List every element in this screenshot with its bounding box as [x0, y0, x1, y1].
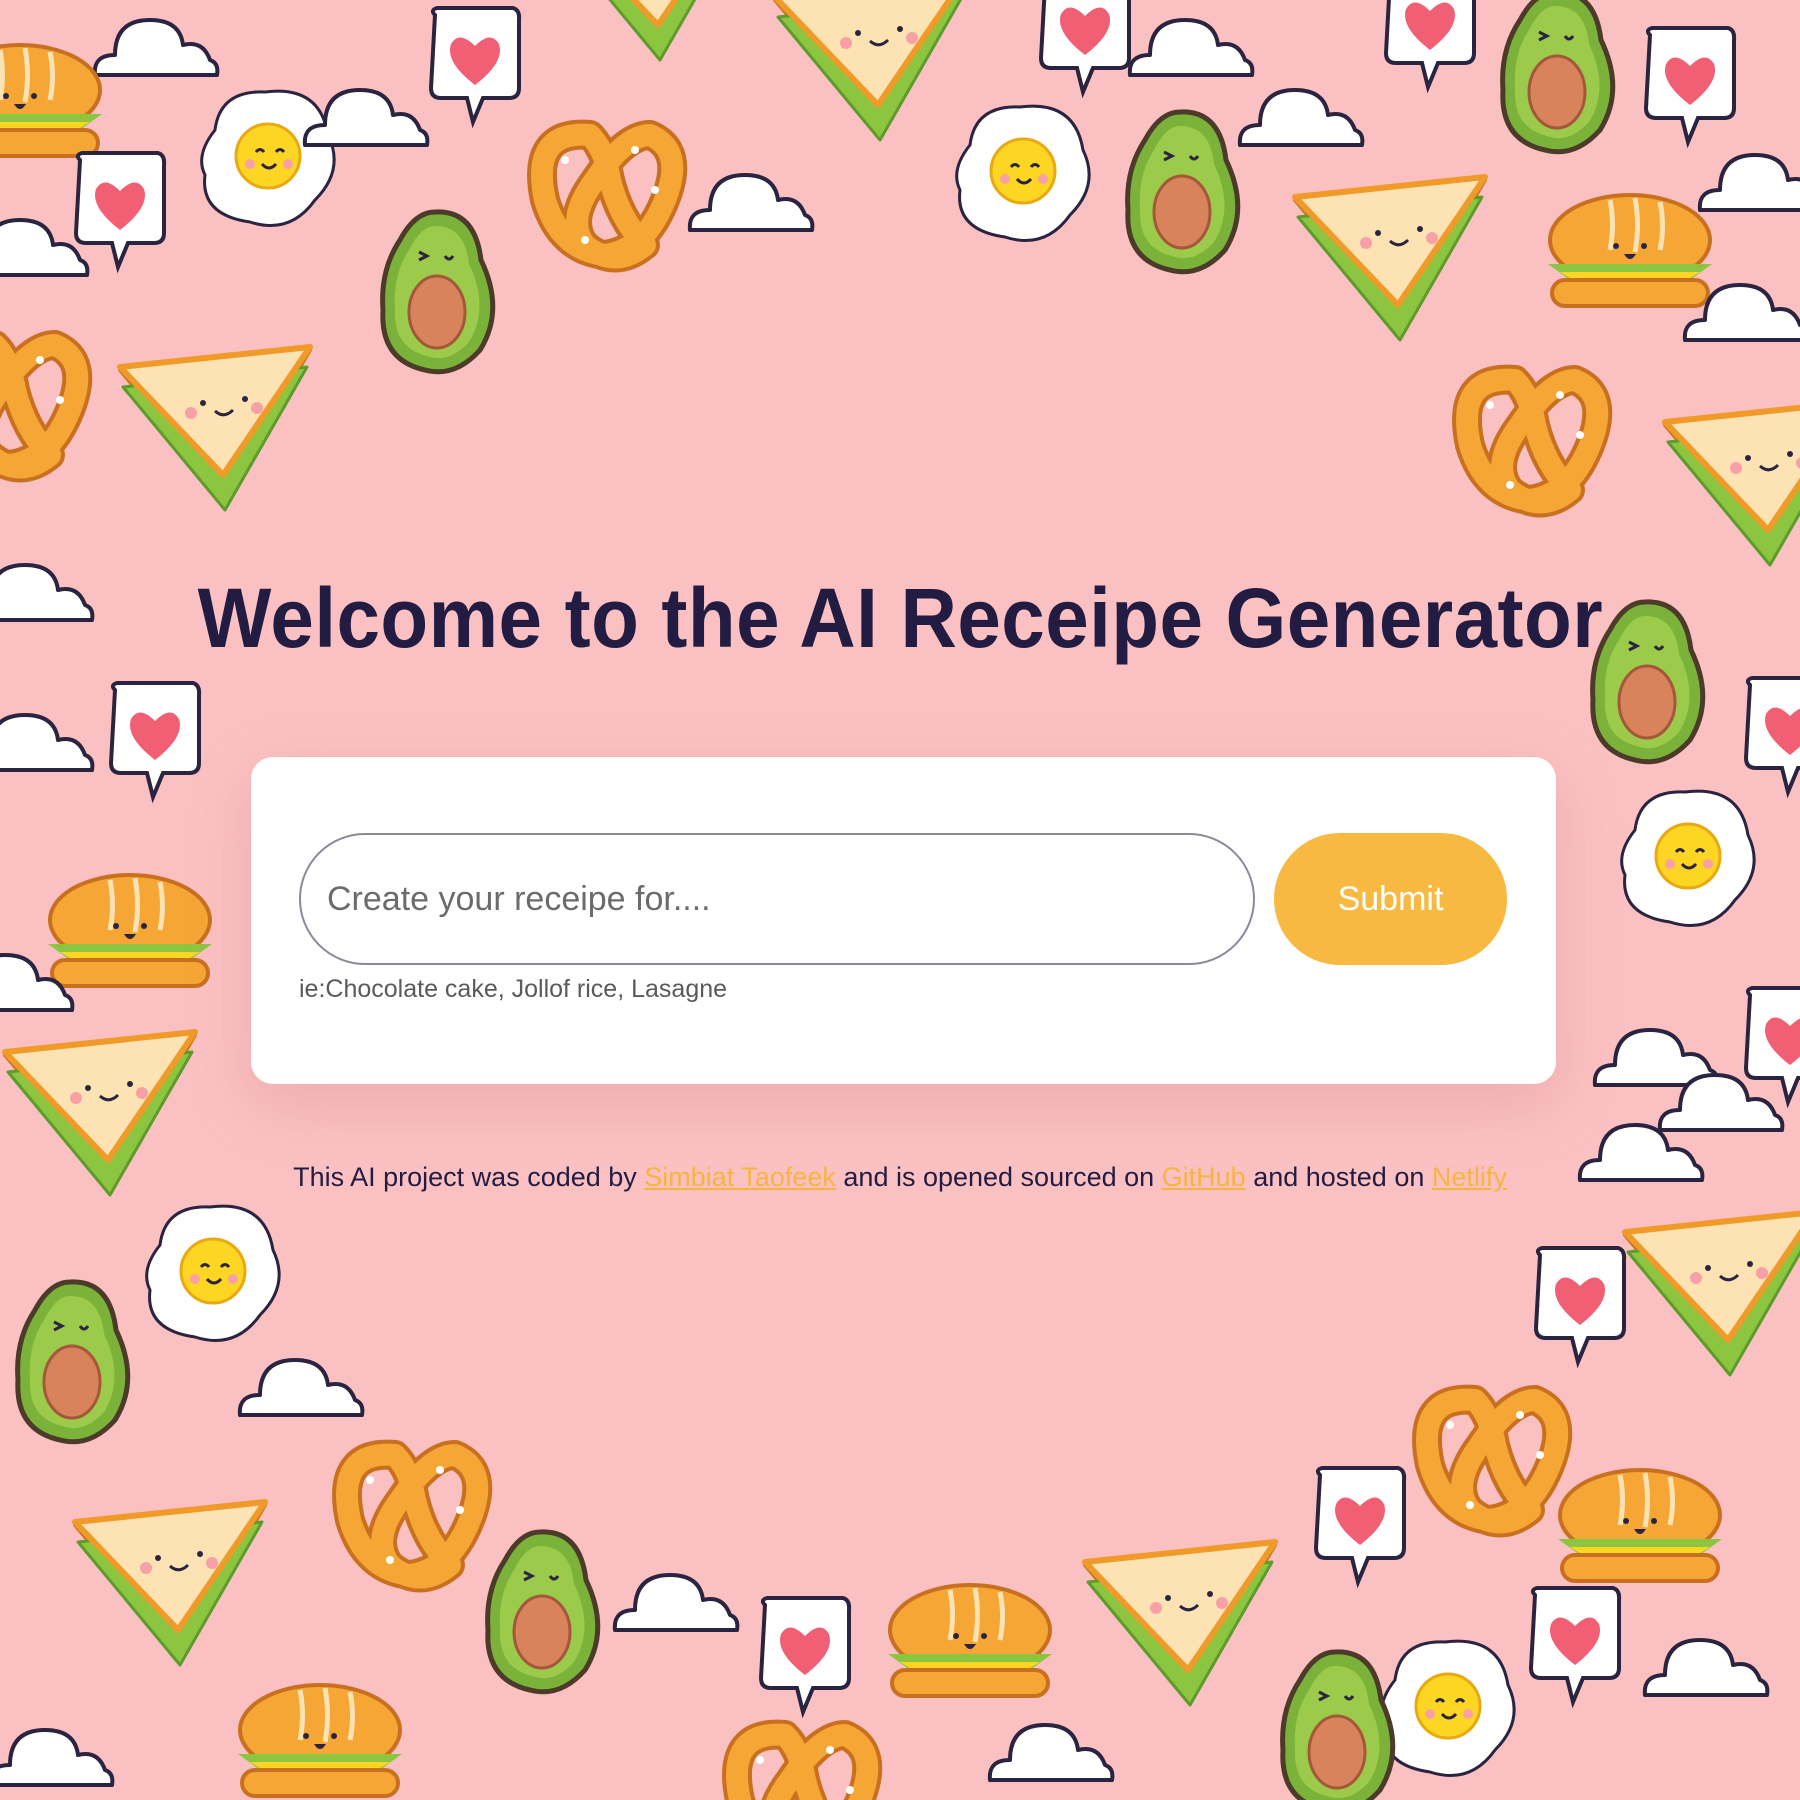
cloud-icon — [1237, 88, 1365, 147]
heart-bubble-icon — [74, 151, 167, 269]
sandwich-icon — [555, 0, 745, 60]
cloud-icon — [1697, 153, 1800, 212]
burger-icon — [1558, 1470, 1722, 1581]
page-title: Welcome to the AI Receipe Generator — [197, 571, 1604, 665]
netlify-link[interactable]: Netlify — [1432, 1162, 1507, 1192]
sandwich-icon — [120, 347, 310, 510]
pretzel-icon — [1467, 380, 1597, 503]
heart-bubble-icon — [1534, 1246, 1627, 1364]
fried-egg-icon — [200, 89, 336, 228]
footer-text-hosted: and hosted on — [1245, 1162, 1432, 1192]
cloud-icon — [612, 1573, 740, 1632]
burger-icon — [48, 875, 212, 986]
avocado-icon — [488, 1532, 598, 1692]
avocado-icon — [1283, 1652, 1393, 1800]
heart-bubble-icon — [429, 6, 522, 124]
avocado-icon — [383, 212, 493, 372]
footer-text-open-sourced: and is opened sourced on — [835, 1162, 1162, 1192]
fried-egg-icon — [1620, 789, 1756, 928]
cloud-icon — [987, 1723, 1115, 1782]
pretzel-icon — [737, 1735, 867, 1800]
fried-egg-icon — [145, 1204, 281, 1343]
heart-bubble-icon — [1644, 26, 1737, 144]
input-hint: ie:Chocolate cake, Jollof rice, Lasagne — [299, 975, 728, 1003]
heart-bubble-icon — [1529, 1586, 1622, 1704]
sandwich-icon — [1625, 1212, 1800, 1375]
github-link[interactable]: GitHub — [1162, 1162, 1246, 1192]
cloud-icon — [0, 1728, 115, 1787]
author-link[interactable]: Simbiat Taofeek — [644, 1162, 836, 1192]
sandwich-icon — [1085, 1542, 1275, 1705]
heart-bubble-icon — [1744, 676, 1800, 794]
pretzel-icon — [1427, 1400, 1557, 1523]
cloud-icon — [0, 713, 95, 772]
heart-bubble-icon — [759, 1596, 852, 1714]
footer-credits: This AI project was coded by Simbiat Tao… — [0, 1162, 1800, 1193]
burger-icon — [1548, 195, 1712, 306]
burger-icon — [0, 45, 102, 156]
sandwich-icon — [1665, 402, 1800, 565]
recipe-form-card: Submit ie:Chocolate cake, Jollof rice, L… — [251, 757, 1556, 1084]
cloud-icon — [687, 173, 815, 232]
sandwich-icon — [775, 0, 965, 140]
pretzel-icon — [347, 1455, 477, 1578]
fried-egg-icon — [1380, 1639, 1516, 1778]
cloud-icon — [92, 18, 220, 77]
cloud-icon — [237, 1358, 365, 1417]
burger-icon — [238, 1685, 402, 1796]
avocado-icon — [1503, 0, 1613, 152]
pretzel-icon — [0, 345, 77, 468]
submit-button[interactable]: Submit — [1274, 833, 1507, 965]
cloud-icon — [1642, 1638, 1770, 1697]
heart-bubble-icon — [1039, 0, 1132, 94]
heart-bubble-icon — [109, 681, 202, 799]
heart-bubble-icon — [1744, 986, 1800, 1104]
burger-icon — [888, 1585, 1052, 1696]
cloud-icon — [1127, 18, 1255, 77]
avocado-icon — [1128, 112, 1238, 272]
recipe-search-input[interactable] — [299, 833, 1255, 965]
heart-bubble-icon — [1314, 1466, 1407, 1584]
fried-egg-icon — [955, 104, 1091, 243]
sandwich-icon — [75, 1502, 265, 1665]
avocado-icon — [18, 1282, 128, 1442]
pretzel-icon — [542, 135, 672, 258]
sandwich-icon — [1295, 177, 1485, 340]
heart-bubble-icon — [1384, 0, 1477, 89]
footer-text-coded-by: This AI project was coded by — [293, 1162, 645, 1192]
